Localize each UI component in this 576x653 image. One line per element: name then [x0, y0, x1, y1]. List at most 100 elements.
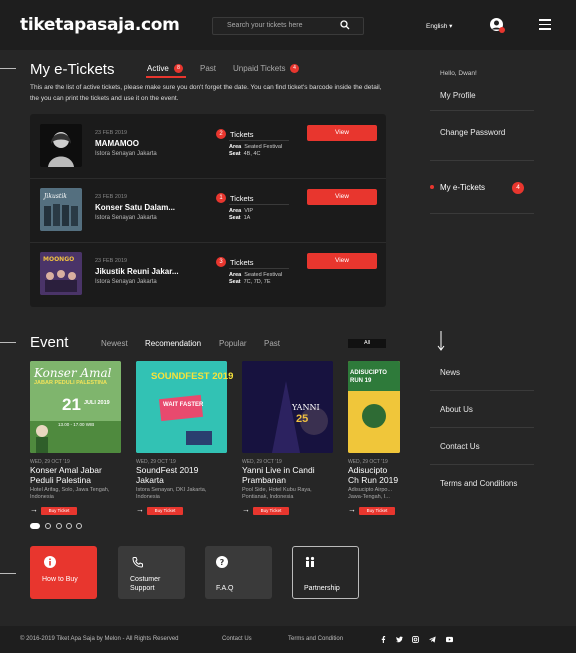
sidebar-item-my-profile[interactable]: My Profile: [440, 91, 476, 100]
costumer-support-label: Costumer Support: [130, 576, 161, 592]
tickets-label: Tickets: [230, 194, 254, 203]
event-venue: Istora Senayan, DKI Jakarta, Indonesia: [136, 487, 207, 500]
event-venue: Hotel Arifag, Solo, Jawa Tengah, Indones…: [30, 487, 110, 500]
tickets-list: [30, 114, 386, 307]
poster-time: 13.00 - 17.00 WIB: [58, 422, 95, 427]
carousel-dot[interactable]: [76, 523, 82, 529]
telegram-icon[interactable]: [429, 636, 436, 643]
poster-title: SOUNDFEST 2019: [151, 371, 234, 382]
sidebar-item-change-password[interactable]: Change Password: [440, 128, 505, 137]
view-ticket-button[interactable]: View: [307, 253, 377, 269]
tab-active[interactable]: Active: [147, 64, 169, 73]
ticket-event-name[interactable]: MAMAMOO: [95, 139, 139, 148]
tab-unpaid[interactable]: Unpaid Tickets: [233, 64, 285, 73]
poster-day: 21: [62, 395, 81, 414]
search-icon[interactable]: [340, 20, 350, 30]
ticket-venue: Istora Senayan Jakarta: [95, 279, 157, 285]
ticket-thumbnail: MOONGO: [40, 252, 82, 295]
instagram-icon[interactable]: [412, 636, 419, 643]
partnership-label: Partnership: [304, 585, 340, 592]
tab-unpaid-badge: 4: [290, 64, 299, 73]
tab-past[interactable]: Past: [200, 64, 216, 73]
ticket-event-name[interactable]: Jikustik Reuni Jakar...: [95, 267, 179, 276]
tab-popular[interactable]: Popular: [219, 339, 247, 348]
arrow-right-icon: →: [348, 505, 356, 514]
tab-newest[interactable]: Newest: [101, 339, 128, 348]
sidebar-divider: [430, 390, 534, 391]
svg-text:?: ?: [220, 558, 225, 567]
buy-ticket-button[interactable]: Buy Ticket: [359, 507, 395, 515]
poster-subtitle: JABAR PEDULI PALESTINA: [34, 380, 107, 386]
tickets-label: Tickets: [230, 130, 254, 139]
twitter-icon[interactable]: [396, 636, 403, 643]
divider: [229, 268, 289, 269]
sidebar-link-terms[interactable]: Terms and Conditions: [440, 479, 517, 488]
poster-title: ADISUCIPTO RUN 19: [350, 370, 387, 384]
youtube-icon[interactable]: [446, 636, 453, 643]
info-icon: [44, 556, 56, 568]
poster-subtitle: 25: [296, 413, 309, 425]
arrow-right-icon: →: [136, 505, 144, 514]
hamburger-menu-icon[interactable]: [539, 19, 551, 30]
copyright-text: © 2016-2019 Tiket Apa Saja by Melon - Al…: [20, 636, 179, 642]
buy-ticket-button[interactable]: Buy Ticket: [253, 507, 289, 515]
buy-ticket-button[interactable]: Buy Ticket: [41, 507, 77, 515]
event-venue: Pool Side, Hotel Kubu Raya, Pontianak, I…: [242, 487, 312, 500]
divider: [229, 204, 289, 205]
arrow-down-icon: [437, 331, 445, 351]
question-icon: ?: [216, 556, 228, 568]
ticket-thumbnail: [40, 124, 82, 167]
tab-recomendation[interactable]: Recomendation: [145, 339, 201, 348]
event-name[interactable]: Konser Amal Jabar Peduli Palestina: [30, 465, 122, 485]
poster-subtitle: WAIT FASTER: [163, 402, 204, 408]
poster-title: YANNI: [292, 403, 320, 412]
sidebar-divider: [430, 464, 534, 465]
phone-icon: [132, 557, 143, 568]
footer-link-terms[interactable]: Terms and Condition: [288, 636, 343, 642]
active-indicator: [430, 185, 434, 189]
ticket-date: 23 FEB 2019: [95, 130, 128, 136]
ticket-date: 23 FEB 2019: [95, 258, 128, 264]
event-name[interactable]: SoundFest 2019 Jakarta: [136, 465, 228, 485]
all-events-button[interactable]: All: [348, 339, 386, 348]
sidebar-link-about-us[interactable]: About Us: [440, 405, 473, 414]
ticket-event-name[interactable]: Konser Satu Dalam...: [95, 203, 175, 212]
notification-dot: [499, 27, 505, 33]
divider: [229, 140, 289, 141]
tab-past-events[interactable]: Past: [264, 339, 280, 348]
ticket-count-badge: 2: [216, 129, 226, 139]
ticket-seat: Seat 4B, 4C: [229, 151, 261, 157]
carousel-dot[interactable]: [56, 523, 62, 529]
greeting: Hello, Dwan!: [440, 70, 477, 77]
carousel-dot[interactable]: [30, 523, 40, 529]
how-to-buy-card[interactable]: [30, 546, 97, 599]
event-name[interactable]: Adisucipto Ch Run 2019: [348, 465, 400, 485]
site-logo[interactable]: tiketapasaja.com: [20, 15, 180, 35]
ticket-seat: Seat 7C, 7D, 7E: [229, 279, 271, 285]
ticket-thumbnail: Jikustik: [40, 188, 82, 231]
view-ticket-button[interactable]: View: [307, 189, 377, 205]
faq-label: F.A.Q: [216, 585, 234, 592]
event-name[interactable]: Yanni Live in Candi Prambanan: [242, 465, 334, 485]
buy-ticket-button[interactable]: Buy Ticket: [147, 507, 183, 515]
sidebar-link-contact-us[interactable]: Contact Us: [440, 442, 480, 451]
ticket-venue: Istora Senayan Jakarta: [95, 215, 157, 221]
language-select[interactable]: English ▾: [426, 22, 452, 30]
etickets-title: My e-Tickets: [30, 61, 115, 78]
sidebar-divider: [430, 213, 534, 214]
sidebar-link-news[interactable]: News: [440, 368, 460, 377]
ticket-venue: Istora Senayan Jakarta: [95, 151, 157, 157]
ticket-seat: Seat 1A: [229, 215, 251, 221]
view-ticket-button[interactable]: View: [307, 125, 377, 141]
facebook-icon[interactable]: [380, 636, 387, 643]
ticket-area: Area Seated Festival: [229, 272, 283, 278]
tickets-label: Tickets: [230, 258, 254, 267]
arrow-right-icon: →: [30, 505, 38, 514]
footer-link-contact-us[interactable]: Contact Us: [222, 636, 252, 642]
carousel-dot[interactable]: [45, 523, 51, 529]
sidebar-item-my-etickets[interactable]: My e-Tickets: [440, 183, 485, 192]
sidebar-divider: [430, 427, 534, 428]
carousel-dot[interactable]: [66, 523, 72, 529]
poster-title: Konser Amal: [34, 366, 112, 380]
section-dash: [0, 342, 16, 343]
